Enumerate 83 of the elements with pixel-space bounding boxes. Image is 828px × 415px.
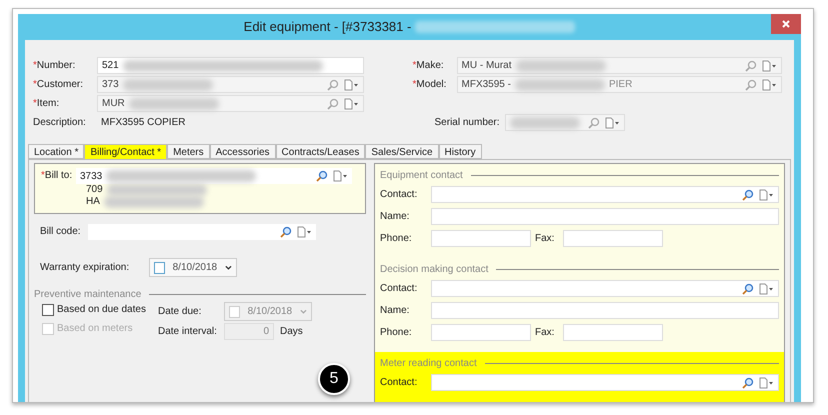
field-value: MFX3595 COPIER: [100, 116, 186, 130]
field-label: Bill code:: [40, 225, 82, 239]
field-label: Fax:: [535, 326, 556, 340]
fax-field[interactable]: [563, 324, 663, 341]
checkbox-option[interactable]: Based on due dates: [42, 302, 158, 317]
lookup-field[interactable]: MUR: [97, 95, 364, 112]
lookup-field[interactable]: [431, 186, 779, 203]
tab[interactable]: History: [438, 144, 482, 159]
tab[interactable]: Location *: [28, 144, 84, 159]
search-icon[interactable]: [327, 78, 339, 90]
section-title: Equipment contact: [380, 169, 463, 183]
lookup-field[interactable]: MU - Murat: [456, 57, 782, 74]
text-field[interactable]: [431, 208, 779, 225]
field-label: Fax:: [535, 232, 556, 246]
tab[interactable]: Meters: [167, 144, 210, 159]
lookup-field[interactable]: 3733: [76, 168, 352, 184]
checkbox[interactable]: [154, 262, 165, 274]
search-icon[interactable]: [742, 188, 754, 200]
fax-field[interactable]: [563, 230, 663, 247]
field-label: *Make:: [412, 59, 445, 73]
close-button[interactable]: [771, 14, 801, 34]
search-icon[interactable]: [588, 116, 600, 128]
search-icon[interactable]: [744, 78, 757, 90]
document-menu-icon[interactable]: [758, 188, 774, 200]
search-icon[interactable]: [742, 282, 754, 294]
document-menu-icon[interactable]: [758, 282, 774, 294]
redaction-blur: [510, 116, 580, 128]
lookup-field[interactable]: [504, 114, 625, 131]
section-title: Preventive maintenance: [34, 288, 142, 302]
search-icon[interactable]: [316, 170, 328, 182]
address-line: HA: [86, 196, 100, 208]
lookup-field[interactable]: [431, 374, 779, 391]
document-menu-icon[interactable]: [760, 78, 777, 90]
document-menu-icon[interactable]: [343, 78, 359, 90]
field-label: *Customer:: [33, 78, 84, 92]
unit-label: Days: [280, 325, 303, 339]
field-label: Contact:: [380, 188, 418, 202]
field-label: *Model:: [412, 78, 448, 92]
field-label: Serial number:: [434, 116, 501, 130]
field-label: *Bill to:: [41, 169, 74, 183]
field-label: Contact:: [380, 376, 418, 390]
document-menu-icon[interactable]: [758, 376, 774, 388]
text-field[interactable]: 521: [97, 57, 364, 74]
field-label: *Number:: [33, 59, 76, 73]
search-icon[interactable]: [742, 376, 754, 388]
section-title: Meter reading contact: [380, 357, 477, 371]
field-label: Contact:: [380, 282, 418, 296]
search-icon[interactable]: [327, 98, 339, 110]
field-label: Name:: [380, 210, 410, 224]
document-menu-icon[interactable]: [332, 170, 348, 182]
phone-field[interactable]: [431, 230, 531, 247]
close-icon: [782, 20, 790, 28]
section-title: Decision making contact: [380, 263, 488, 277]
document-menu-icon[interactable]: [296, 226, 312, 238]
field-label: Phone:: [380, 232, 413, 246]
field-label: Date interval:: [158, 325, 218, 339]
lookup-field[interactable]: [88, 224, 316, 240]
field-label: Warranty expiration:: [40, 261, 130, 275]
field-label: Phone:: [380, 326, 413, 340]
phone-field[interactable]: [431, 324, 531, 341]
lookup-field[interactable]: [431, 280, 779, 297]
lookup-field[interactable]: 373: [97, 76, 364, 93]
search-icon[interactable]: [280, 226, 292, 238]
tab[interactable]: Billing/Contact *: [84, 144, 168, 159]
document-menu-icon[interactable]: [343, 98, 359, 110]
lookup-field[interactable]: MFX3595 - PIER: [456, 76, 782, 93]
text-field[interactable]: [431, 302, 779, 319]
date-picker[interactable]: 8/10/2018: [149, 258, 237, 277]
document-menu-icon[interactable]: [604, 116, 620, 128]
window-title: Edit equipment - [#3733381 -: [244, 18, 412, 36]
field-label: Name:: [380, 304, 410, 318]
chevron-down-icon: [300, 308, 307, 314]
field-label: *Item:: [33, 97, 60, 111]
tab[interactable]: Contracts/Leases: [276, 144, 366, 159]
address-line: 709: [86, 184, 103, 196]
document-menu-icon[interactable]: [760, 60, 777, 72]
tab[interactable]: Accessories: [210, 144, 276, 159]
search-icon[interactable]: [744, 60, 757, 72]
field-label: Description:: [33, 116, 87, 130]
tab[interactable]: Sales/Service: [365, 144, 439, 159]
field-label: Date due:: [158, 305, 202, 319]
chevron-down-icon: [225, 264, 232, 270]
checkbox[interactable]: [42, 304, 54, 316]
